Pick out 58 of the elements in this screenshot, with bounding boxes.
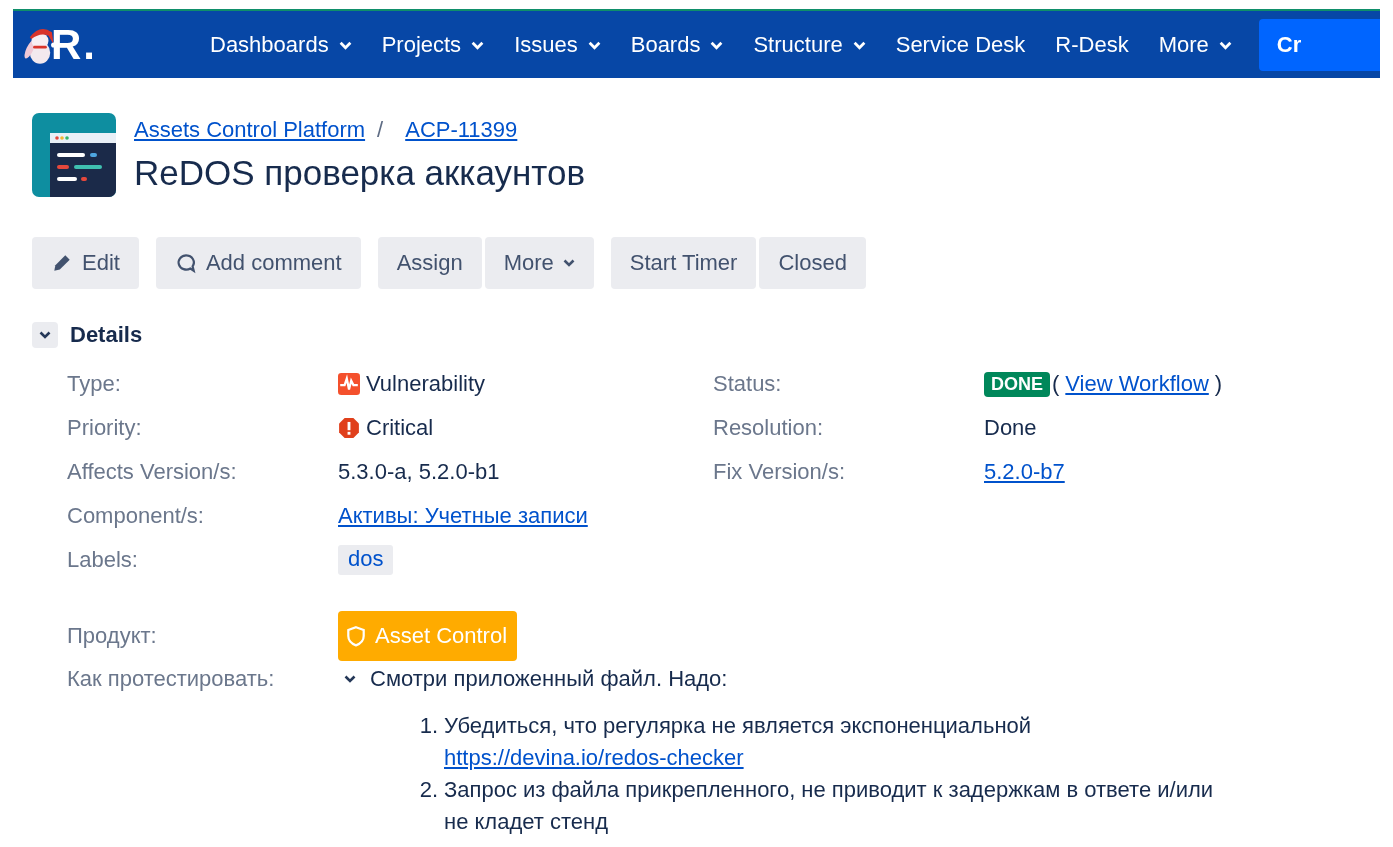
section-heading: Details: [70, 322, 143, 348]
parenthesis: ): [1214, 371, 1223, 397]
toolbar-button[interactable]: Start Timer: [610, 237, 757, 289]
nav-menu-item[interactable]: Structure: [738, 19, 881, 70]
field-label: Fix Version/s:: [713, 459, 847, 485]
nav-menu-item[interactable]: Projects: [366, 19, 500, 70]
toolbar-button[interactable]: Edit: [32, 237, 139, 289]
critical-priority-icon: [338, 417, 360, 439]
field-value: Done: [984, 415, 1037, 441]
nav-menu-item[interactable]: Service Desk: [880, 19, 1041, 70]
issue-title: ReDOS проверка аккаунтов: [134, 153, 586, 193]
vulnerability-icon: [338, 373, 360, 395]
toolbar-button[interactable]: More: [484, 237, 594, 289]
checker-link[interactable]: https://devina.io/redos-checker: [444, 745, 744, 770]
breadcrumb-separator: /: [377, 117, 384, 143]
nav-menu-item[interactable]: More: [1143, 19, 1247, 70]
field-label: Продукт:: [67, 623, 158, 649]
list-number: 2.: [418, 776, 438, 804]
field-link[interactable]: 5.2.0-b7: [984, 459, 1065, 485]
create-button[interactable]: Cr: [1258, 18, 1380, 71]
field-label: Status:: [713, 371, 783, 397]
product-badge: Asset Control: [338, 611, 518, 661]
list-item-text: Запрос из файла прикрепленного, не приводит к задержкам в ответе и/или не кладет стенд: [444, 776, 1215, 836]
field-label: Component/s:: [67, 503, 205, 529]
field-value: 5.3.0-a, 5.2.0-b1: [338, 459, 500, 485]
label-tag[interactable]: dos: [338, 545, 394, 575]
field-label: Как протестировать:: [67, 666, 276, 692]
nav-menu-item[interactable]: Dashboards: [195, 19, 367, 70]
field-label: Affects Version/s:: [67, 459, 238, 485]
nav-menu-item[interactable]: Issues: [499, 19, 616, 70]
toolbar-button[interactable]: Assign: [377, 237, 482, 289]
field-label: Labels:: [67, 547, 139, 573]
logo-text: R.: [51, 22, 97, 67]
toolbar-button[interactable]: Closed: [759, 237, 866, 289]
field-value: Vulnerability: [366, 371, 486, 397]
field-value: Смотри приложенный файл. Надо:: [370, 666, 728, 692]
list-number: 1.: [418, 712, 438, 740]
parenthesis: (: [1052, 371, 1060, 397]
nav-menu-item[interactable]: Boards: [615, 19, 739, 70]
view-workflow-link[interactable]: View Workflow: [1065, 371, 1209, 397]
field-link[interactable]: Активы: Учетные записи: [338, 503, 588, 529]
breadcrumb-link[interactable]: Assets Control Platform: [134, 117, 366, 143]
chevron-down-icon: [39, 331, 51, 339]
field-value: Critical: [366, 415, 434, 441]
list-item-text: Убедиться, что регулярка не является экспоненциальной https://devina.io/redos-checker: [444, 712, 1033, 772]
breadcrumb-link[interactable]: ACP-11399: [405, 117, 518, 143]
field-label: Type:: [67, 371, 122, 397]
logo[interactable]: R.: [23, 22, 195, 67]
status-lozenge: DONE: [984, 371, 1050, 397]
toolbar-button[interactable]: Add comment: [155, 237, 361, 289]
project-avatar-icon: [32, 113, 116, 197]
collapse-toggle[interactable]: [32, 322, 58, 348]
comment-icon: [174, 252, 197, 274]
field-label: Priority:: [67, 415, 143, 441]
pencil-icon: [51, 252, 73, 274]
field-label: Resolution:: [713, 415, 825, 441]
nav-menu-item[interactable]: R-Desk: [1040, 19, 1144, 70]
chevron-down-icon[interactable]: [344, 675, 356, 683]
